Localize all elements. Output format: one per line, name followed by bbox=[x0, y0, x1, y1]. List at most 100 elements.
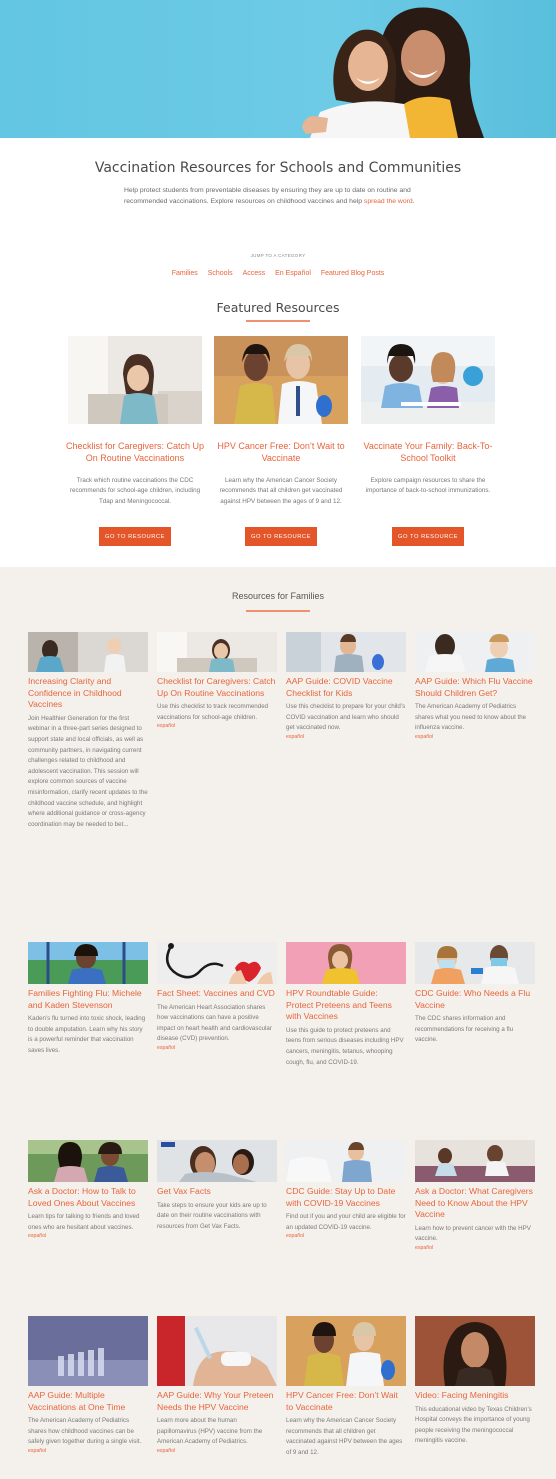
doctor-with-child-photo bbox=[28, 632, 148, 672]
doctor-vaccinating-boy-photo bbox=[415, 632, 535, 672]
resource-card: HPV Cancer Free: Don’t Wait to Vaccinate… bbox=[286, 1316, 406, 1459]
girl-with-nurse-photo bbox=[214, 336, 348, 424]
espanol-link[interactable]: español bbox=[415, 734, 535, 740]
featured-card-description: Explore campaign resources to share the … bbox=[365, 477, 491, 495]
resource-title[interactable]: AAP Guide: Why Your Preteen Needs the HP… bbox=[157, 1390, 277, 1413]
spread-the-word-link[interactable]: spread the word bbox=[364, 198, 413, 205]
girl-on-couch-photo bbox=[157, 632, 277, 672]
resource-image[interactable] bbox=[157, 1140, 277, 1182]
resource-title[interactable]: CDC Guide: Stay Up to Date with COVID-19… bbox=[286, 1186, 406, 1209]
page-title: Vaccination Resources for Schools and Co… bbox=[94, 160, 462, 176]
resource-title[interactable]: HPV Cancer Free: Don’t Wait to Vaccinate bbox=[286, 1390, 406, 1413]
go-to-resource-button[interactable]: GO TO RESOURCE bbox=[99, 527, 171, 546]
espanol-link[interactable]: español bbox=[28, 1233, 148, 1239]
featured-card-title[interactable]: HPV Cancer Free: Don’t Wait to Vaccinate bbox=[208, 440, 354, 464]
featured-card-title[interactable]: Checklist for Caregivers: Catch Up On Ro… bbox=[62, 440, 208, 464]
nav-link-en-espanol[interactable]: En Español bbox=[275, 270, 311, 277]
teen-with-bandage-photo bbox=[286, 942, 406, 984]
hero-banner bbox=[0, 0, 556, 138]
resource-title[interactable]: Checklist for Caregivers: Catch Up On Ro… bbox=[157, 676, 277, 699]
girl-on-couch-photo bbox=[68, 336, 202, 424]
boy-on-swing-photo bbox=[28, 942, 148, 984]
resource-card: Fact Sheet: Vaccines and CVD The America… bbox=[157, 942, 277, 1051]
masked-child-vaccination-photo bbox=[415, 942, 535, 984]
young-woman-portrait-photo bbox=[415, 1316, 535, 1386]
featured-resources-heading: Featured Resources bbox=[216, 300, 340, 315]
resource-image[interactable] bbox=[28, 632, 148, 672]
heading-underline bbox=[246, 320, 310, 322]
resource-image[interactable] bbox=[415, 1316, 535, 1386]
resource-image[interactable] bbox=[286, 1316, 406, 1386]
category-nav: Families Schools Access En Español Featu… bbox=[0, 270, 556, 277]
featured-card: Checklist for Caregivers: Catch Up On Ro… bbox=[66, 336, 204, 546]
stethoscope-heart-photo bbox=[157, 942, 277, 984]
resource-description: Find out if you and your child are eligi… bbox=[286, 1213, 406, 1231]
resource-image[interactable] bbox=[28, 942, 148, 984]
resource-card: AAP Guide: Why Your Preteen Needs the HP… bbox=[157, 1316, 277, 1454]
resource-description: Take steps to ensure your kids are up to… bbox=[157, 1201, 267, 1230]
espanol-link[interactable]: español bbox=[286, 1233, 406, 1239]
resource-title[interactable]: Ask a Doctor: What Caregivers Need to Kn… bbox=[415, 1186, 535, 1221]
resource-title[interactable]: Video: Facing Meningitis bbox=[415, 1390, 535, 1402]
espanol-link[interactable]: español bbox=[157, 1448, 277, 1454]
resource-title[interactable]: Get Vax Facts bbox=[157, 1186, 277, 1198]
featured-card-description: Track which routine vaccinations the CDC… bbox=[69, 477, 201, 505]
mother-and-child-photo bbox=[157, 1140, 277, 1182]
espanol-link[interactable]: español bbox=[415, 1245, 535, 1251]
featured-image[interactable] bbox=[361, 336, 495, 424]
featured-card: Vaccinate Your Family: Back-To-School To… bbox=[361, 336, 495, 546]
resource-image[interactable] bbox=[157, 632, 277, 672]
espanol-link[interactable]: español bbox=[286, 734, 406, 740]
resource-card: CDC Guide: Who Needs a Flu Vaccine The C… bbox=[415, 942, 535, 1046]
resource-description: The American Academy of Pediatrics share… bbox=[415, 703, 527, 732]
featured-card-title[interactable]: Vaccinate Your Family: Back-To-School To… bbox=[355, 440, 501, 464]
resource-description: The CDC shares information and recommend… bbox=[415, 1015, 514, 1044]
nav-link-schools[interactable]: Schools bbox=[208, 270, 233, 277]
resource-description: Use this checklist to track recommended … bbox=[157, 703, 269, 721]
resource-card: CDC Guide: Stay Up to Date with COVID-19… bbox=[286, 1140, 406, 1239]
resource-title[interactable]: CDC Guide: Who Needs a Flu Vaccine bbox=[415, 988, 535, 1011]
resource-image[interactable] bbox=[28, 1316, 148, 1386]
resource-description: Use this checklist to prepare for your c… bbox=[286, 703, 406, 732]
resource-title[interactable]: AAP Guide: Which Flu Vaccine Should Chil… bbox=[415, 676, 535, 699]
resource-image[interactable] bbox=[286, 632, 406, 672]
resource-image[interactable] bbox=[157, 942, 277, 984]
mother-and-daughter-photo bbox=[302, 7, 484, 138]
resource-image[interactable] bbox=[286, 1140, 406, 1182]
resource-image[interactable] bbox=[28, 1140, 148, 1182]
resource-card: Ask a Doctor: What Caregivers Need to Kn… bbox=[415, 1140, 535, 1251]
resource-title[interactable]: Increasing Clarity and Confidence in Chi… bbox=[28, 676, 148, 711]
espanol-link[interactable]: español bbox=[157, 1045, 277, 1051]
nav-link-families[interactable]: Families bbox=[172, 270, 198, 277]
nav-link-featured-blog-posts[interactable]: Featured Blog Posts bbox=[321, 270, 384, 277]
resource-image[interactable] bbox=[286, 942, 406, 984]
resource-card: AAP Guide: COVID Vaccine Checklist for K… bbox=[286, 632, 406, 740]
resource-card: Get Vax Facts Take steps to ensure your … bbox=[157, 1140, 277, 1232]
resource-description: Learn tips for talking to friends and lo… bbox=[28, 1213, 140, 1231]
two-women-talking-photo bbox=[28, 1140, 148, 1182]
resource-image[interactable] bbox=[415, 942, 535, 984]
nav-link-access[interactable]: Access bbox=[243, 270, 266, 277]
vaccine-vials-photo bbox=[28, 1316, 148, 1386]
go-to-resource-button[interactable]: GO TO RESOURCE bbox=[392, 527, 464, 546]
resource-image[interactable] bbox=[415, 632, 535, 672]
espanol-link[interactable]: español bbox=[157, 723, 277, 729]
resource-title[interactable]: Families Fighting Flu: Michele and Kaden… bbox=[28, 988, 148, 1011]
resource-description: This educational video by Texas Children… bbox=[415, 1405, 532, 1445]
espanol-link[interactable]: español bbox=[28, 1448, 148, 1454]
jump-to-category-label: JUMP TO A CATEGORY bbox=[250, 253, 306, 258]
resource-title[interactable]: AAP Guide: Multiple Vaccinations at One … bbox=[28, 1390, 148, 1413]
resource-description: Learn more about the human papillomaviru… bbox=[157, 1417, 263, 1446]
featured-image[interactable] bbox=[68, 336, 202, 424]
resource-title[interactable]: AAP Guide: COVID Vaccine Checklist for K… bbox=[286, 676, 406, 699]
resource-title[interactable]: Fact Sheet: Vaccines and CVD bbox=[157, 988, 277, 1000]
resource-card: AAP Guide: Multiple Vaccinations at One … bbox=[28, 1316, 148, 1454]
resource-image[interactable] bbox=[157, 1316, 277, 1386]
resource-title[interactable]: HPV Roundtable Guide: Protect Preteens a… bbox=[286, 988, 406, 1023]
syringe-vaccination-photo bbox=[157, 1316, 277, 1386]
resource-image[interactable] bbox=[415, 1140, 535, 1182]
featured-image[interactable] bbox=[214, 336, 348, 424]
doctor-with-toddler-photo bbox=[286, 1140, 406, 1182]
go-to-resource-button[interactable]: GO TO RESOURCE bbox=[245, 527, 317, 546]
resource-title[interactable]: Ask a Doctor: How to Talk to Loved Ones … bbox=[28, 1186, 148, 1209]
